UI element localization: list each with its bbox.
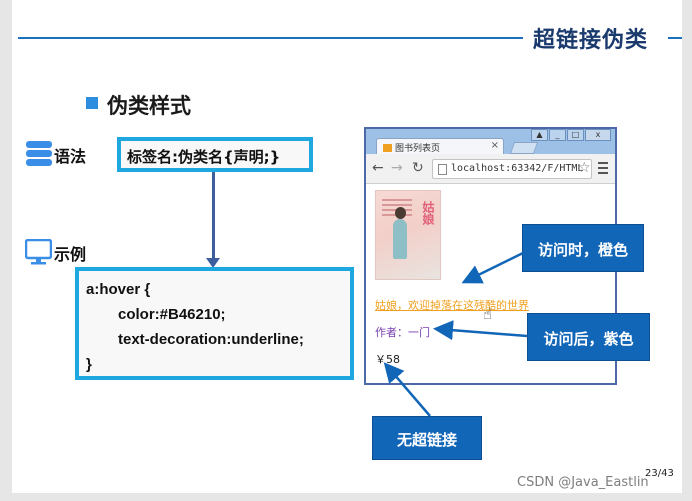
header-rule-right [668, 37, 682, 39]
example-code-box: a:hover { color:#B46210; text-decoration… [75, 267, 354, 380]
forward-arrow-icon[interactable]: → [391, 160, 403, 176]
syntax-to-example-arrow [212, 172, 215, 260]
cover-title: 姑娘 [421, 201, 435, 225]
user-icon[interactable]: ▲ [531, 129, 548, 141]
book-cover-image[interactable]: 姑娘 [375, 190, 441, 280]
menu-icon[interactable] [598, 162, 608, 177]
example-label: 示例 [54, 245, 87, 264]
syntax-code-box: 标签名:伪类名{声明;} [117, 137, 313, 172]
window-controls: ▲ _ □ x [531, 129, 611, 141]
slide-title: 超链接伪类 [533, 28, 649, 53]
code-line: color:#B46210; [118, 306, 226, 323]
tab-close-icon[interactable]: × [491, 140, 499, 151]
callout-no-link: 无超链接 [372, 416, 482, 460]
slide-frame-right [682, 0, 692, 501]
new-tab-button[interactable] [509, 142, 539, 154]
bookmark-star-icon[interactable]: ☆ [578, 160, 591, 176]
browser-tab[interactable]: 图书列表页 × [376, 138, 504, 155]
code-line: a:hover { [86, 281, 151, 298]
reload-icon[interactable]: ↻ [412, 160, 424, 176]
header-rule [18, 37, 523, 39]
callout-visited-purple: 访问后，紫色 [527, 313, 650, 361]
monitor-icon [25, 239, 52, 265]
cover-figure-head [395, 207, 406, 219]
book-title-link[interactable]: 姑娘，欢迎掉落在这残酷的世界 [375, 297, 529, 313]
page-favicon-icon [383, 144, 392, 152]
database-icon [26, 141, 52, 167]
price-text: ￥58 [375, 353, 400, 366]
back-arrow-icon[interactable]: ← [372, 160, 384, 176]
code-line: text-decoration:underline; [118, 331, 304, 348]
address-bar[interactable]: localhost:63342/F/HTML [432, 159, 592, 179]
page-number: 23/43 [645, 468, 674, 479]
watermark: CSDN @Java_Eastlin [517, 475, 649, 490]
slide-frame-bottom [0, 493, 692, 501]
section-title: 伪类样式 [107, 94, 191, 118]
page-document-icon [438, 164, 447, 175]
code-line: } [86, 356, 92, 373]
tab-title: 图书列表页 [395, 144, 441, 154]
close-window-button[interactable]: x [585, 129, 611, 141]
address-text: localhost:63342/F/HTML [451, 163, 584, 174]
author-link[interactable]: 作者：一门 [375, 324, 430, 340]
cover-figure-body [393, 219, 407, 259]
minimize-button[interactable]: _ [549, 129, 566, 141]
bullet-square-icon [86, 97, 98, 109]
browser-toolbar: ← → ↻ localhost:63342/F/HTML ☆ [366, 154, 615, 184]
syntax-label: 语法 [54, 147, 87, 166]
slide-frame-left [0, 0, 12, 501]
hand-cursor-icon: ☝ [483, 305, 493, 323]
callout-hover-orange: 访问时，橙色 [522, 224, 644, 272]
browser-titlebar: 图书列表页 × ▲ _ □ x [366, 129, 615, 155]
maximize-button[interactable]: □ [567, 129, 584, 141]
